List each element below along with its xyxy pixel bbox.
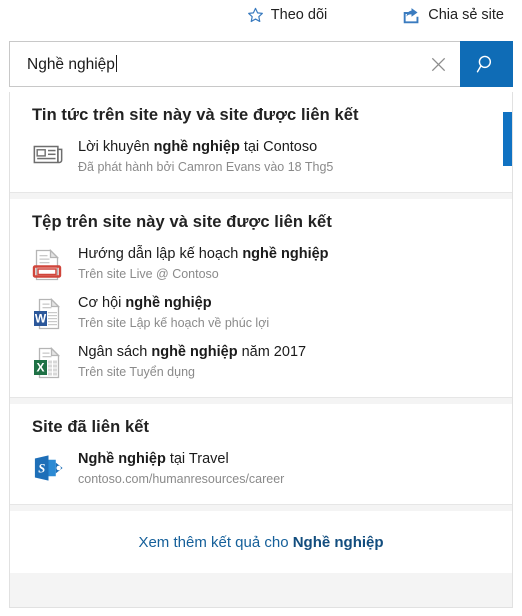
result-item[interactable]: W Cơ hội nghề nghiệp Trên site Lập kế ho… <box>10 289 512 338</box>
clear-search-button[interactable] <box>424 50 452 78</box>
sharepoint-icon: S <box>32 450 70 483</box>
result-title: Hướng dẫn lập kế hoạch nghề nghiệp <box>78 246 329 262</box>
result-text: Cơ hội nghề nghiệp Trên site Lập kế hoạc… <box>70 294 269 331</box>
search-icon <box>475 53 498 76</box>
search-input-value: Nghề nghiệp <box>27 55 117 74</box>
text-caret <box>115 55 117 73</box>
star-icon <box>247 7 264 24</box>
result-group-news: Tin tức trên site này và site được liên … <box>10 92 512 193</box>
see-more-results-link[interactable]: Xem thêm kết quả cho Nghề nghiệp <box>138 534 383 551</box>
follow-button-label: Theo dõi <box>270 7 328 24</box>
command-bar: Theo dõi Chia sẻ site <box>0 0 522 31</box>
scrollbar-thumb[interactable] <box>503 112 512 166</box>
result-group-files: Tệp trên site này và site được liên kết … <box>10 199 512 398</box>
share-icon <box>402 7 421 24</box>
svg-text:X: X <box>36 361 44 375</box>
result-text: Hướng dẫn lập kế hoạch nghề nghiệp Trên … <box>70 245 329 282</box>
group-title: Site đã liên kết <box>32 418 150 436</box>
search-suggestions-panel: Theo dõi Chia sẻ site Nghề nghiệp Tin tứ… <box>0 0 522 616</box>
excel-file-icon: X <box>32 343 70 380</box>
search-submit-button[interactable] <box>460 41 513 87</box>
word-file-icon: W <box>32 294 70 331</box>
result-item[interactable]: X Ngân sách nghề nghiệp năm 2017 Trên si… <box>10 338 512 387</box>
scrollbar-track[interactable] <box>503 92 512 607</box>
powerpoint-file-icon <box>32 245 70 282</box>
svg-text:W: W <box>35 312 47 326</box>
result-text: Lời khuyên nghề nghiệp tại Contoso Đã ph… <box>70 138 333 175</box>
svg-text:S: S <box>38 461 45 475</box>
result-subtitle: Trên site Tuyển dụng <box>78 365 195 379</box>
search-input[interactable]: Nghề nghiệp <box>9 41 460 87</box>
result-text: Ngân sách nghề nghiệp năm 2017 Trên site… <box>70 343 306 380</box>
share-site-button[interactable]: Chia sẻ site <box>392 0 514 31</box>
news-icon <box>32 138 70 168</box>
results-panel: Tin tức trên site này và site được liên … <box>9 92 513 608</box>
result-text: Nghề nghiệp tại Travel contoso.com/human… <box>70 450 284 487</box>
result-subtitle: Đã phát hành bởi Camron Evans vào 18 Thg… <box>78 160 334 174</box>
result-group-linked-sites: Site đã liên kết S Nghề nghiệp tại Trave… <box>10 404 512 505</box>
result-subtitle: contoso.com/humanresources/career <box>78 472 285 486</box>
result-item[interactable]: S Nghề nghiệp tại Travel contoso.com/hum… <box>10 445 512 494</box>
result-subtitle: Trên site Live @ Contoso <box>78 267 219 281</box>
close-icon <box>429 55 448 74</box>
result-title: Ngân sách nghề nghiệp năm 2017 <box>78 344 307 360</box>
share-site-button-label: Chia sẻ site <box>428 7 504 24</box>
result-item[interactable]: Hướng dẫn lập kế hoạch nghề nghiệp Trên … <box>10 240 512 289</box>
group-title: Tin tức trên site này và site được liên … <box>32 106 359 124</box>
result-title: Nghề nghiệp tại Travel <box>78 451 229 467</box>
result-title: Lời khuyên nghề nghiệp tại Contoso <box>78 139 318 155</box>
search-row: Nghề nghiệp <box>9 41 513 87</box>
group-title: Tệp trên site này và site được liên kết <box>32 213 332 231</box>
result-subtitle: Trên site Lập kế hoạch về phúc lợi <box>78 316 270 330</box>
follow-button[interactable]: Theo dõi <box>237 0 337 31</box>
result-title: Cơ hội nghề nghiệp <box>78 295 212 311</box>
results-footer: Xem thêm kết quả cho Nghề nghiệp <box>10 511 512 573</box>
result-item[interactable]: Lời khuyên nghề nghiệp tại Contoso Đã ph… <box>10 133 512 182</box>
